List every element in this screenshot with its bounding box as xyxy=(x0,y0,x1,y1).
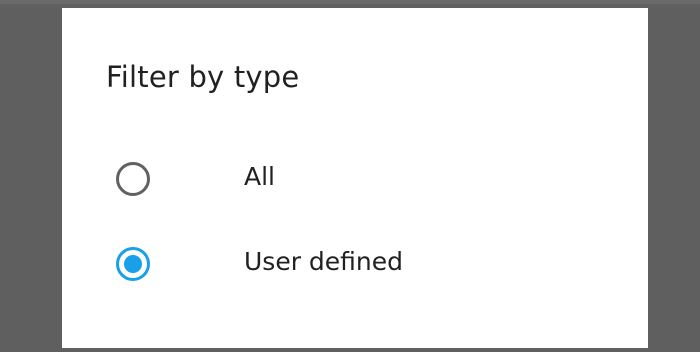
top-edge-strip xyxy=(0,0,700,4)
radio-unchecked-icon[interactable] xyxy=(116,162,150,196)
option-all[interactable]: All xyxy=(62,138,648,218)
option-label-user-defined: User defined xyxy=(244,247,404,276)
option-user-defined[interactable]: User defined xyxy=(62,223,648,303)
dialog-title: Filter by type xyxy=(106,60,300,94)
radio-checked-icon[interactable] xyxy=(116,247,150,281)
radio-dot-icon xyxy=(124,255,142,273)
filter-dialog: Filter by type All User defined xyxy=(62,8,648,348)
option-label-all: All xyxy=(244,162,275,191)
